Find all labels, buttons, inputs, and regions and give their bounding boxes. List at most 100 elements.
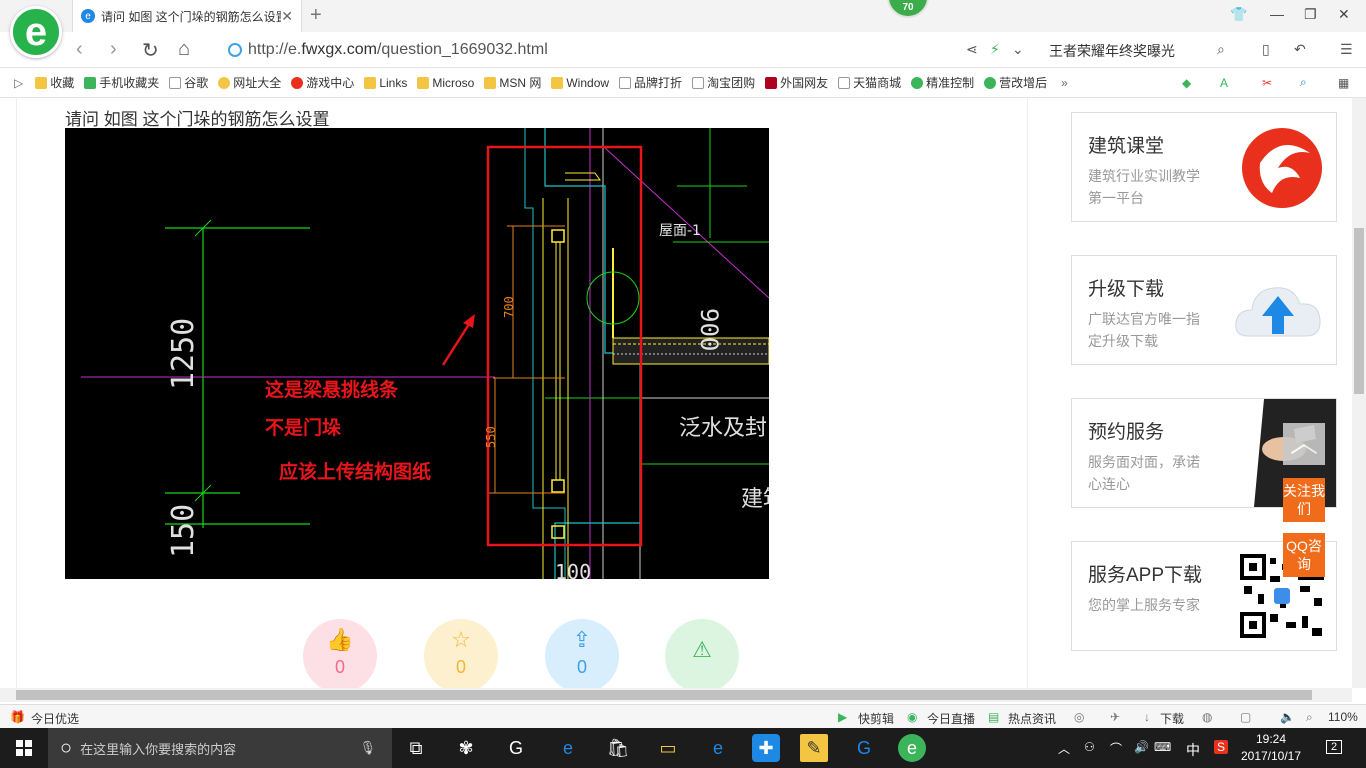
bookmark-item[interactable]: Microso: [417, 76, 474, 90]
minimize-icon[interactable]: —: [1270, 6, 1284, 22]
annotation-line-2: 不是门垛: [265, 416, 341, 439]
card-subtitle: 您的掌上服务专家: [1088, 597, 1200, 613]
scissors-icon[interactable]: ✂: [1262, 76, 1272, 90]
zoom-level[interactable]: 110%: [1328, 710, 1358, 724]
qq-consult-button[interactable]: QQ咨询: [1283, 533, 1325, 577]
forward-icon[interactable]: ›: [110, 38, 117, 61]
speed-icon[interactable]: ◎: [1074, 710, 1084, 724]
bookmark-item[interactable]: 品牌打折: [619, 74, 682, 91]
bookmark-item[interactable]: 收藏: [35, 74, 74, 91]
level-badge[interactable]: 70: [887, 0, 929, 18]
taskbar-search-input[interactable]: ○ 在这里输入你要搜索的内容 🎙: [48, 728, 392, 768]
lightning-icon[interactable]: ⚡: [990, 41, 1000, 58]
back-to-top-button[interactable]: ︿: [1283, 423, 1325, 465]
tab-close-icon[interactable]: ✕: [281, 8, 293, 25]
browser-icon[interactable]: ◍: [1202, 710, 1212, 724]
vertical-scrollbar[interactable]: [1352, 98, 1366, 688]
notification-center-icon[interactable]: 2: [1326, 740, 1343, 754]
store-icon[interactable]: 🛍: [604, 734, 632, 762]
live-icon: ◉: [907, 710, 918, 724]
horizontal-scrollbar[interactable]: [0, 688, 1352, 702]
bookmark-item[interactable]: 谷歌: [169, 74, 208, 91]
speaker-icon[interactable]: 🔊: [1134, 740, 1149, 754]
share-page-icon[interactable]: ⋖: [966, 41, 978, 58]
status-item-download[interactable]: 下载: [1160, 710, 1184, 727]
bookmark-item[interactable]: 淘宝团购: [692, 74, 755, 91]
sidebar-toggle-icon[interactable]: ▷: [14, 76, 23, 90]
tray-expand-icon[interactable]: ︿: [1058, 740, 1070, 757]
ie-icon[interactable]: e: [704, 734, 732, 762]
phone-icon[interactable]: ▯: [1262, 41, 1270, 58]
bookmark-item[interactable]: Links: [364, 76, 407, 90]
bookmark-item[interactable]: 精准控制: [911, 74, 974, 91]
translate-icon[interactable]: A: [1220, 76, 1228, 90]
wechat-icon: [911, 76, 924, 89]
bookmark-item[interactable]: Window: [551, 76, 609, 90]
back-icon[interactable]: ‹: [76, 38, 83, 61]
microphone-icon[interactable]: 🎙: [359, 740, 376, 756]
today-picks-link[interactable]: 今日优选: [31, 710, 79, 727]
magnifier-icon[interactable]: ⌕: [1300, 75, 1307, 90]
restore-icon[interactable]: ❐: [1304, 6, 1317, 23]
follow-us-button[interactable]: 关注我们: [1283, 478, 1325, 522]
url-field[interactable]: http://e.fwxgx.com/question_1669032.html: [248, 41, 548, 59]
fan-app-icon[interactable]: ✾: [452, 734, 480, 762]
notes-app-icon[interactable]: ✎: [800, 734, 828, 762]
bookmark-label: 营改增后: [999, 76, 1048, 90]
refresh-icon[interactable]: ↻: [142, 38, 159, 63]
browser-taskbar-icon[interactable]: e: [898, 734, 926, 762]
more-bookmarks-icon[interactable]: »: [1061, 76, 1068, 90]
cad-drawing-image[interactable]: 1250 150 700 550 900 100 屋面-1 泛水及封口 建筑 这…: [65, 128, 769, 579]
favorite-button[interactable]: ☆ 0: [424, 619, 498, 688]
keyboard-icon[interactable]: ⌨: [1154, 740, 1171, 754]
shirt-icon[interactable]: 👕: [1230, 6, 1247, 23]
taskbar-clock[interactable]: 19:24 2017/10/17: [1232, 731, 1310, 765]
edge-icon[interactable]: e: [554, 734, 582, 762]
new-tab-icon[interactable]: +: [310, 4, 322, 27]
window-icon[interactable]: ▢: [1240, 710, 1251, 724]
glodon-app-icon[interactable]: G: [502, 734, 530, 762]
status-item-news[interactable]: 热点资讯: [1008, 710, 1056, 727]
glodon-g-icon[interactable]: G: [850, 734, 878, 762]
home-icon[interactable]: ⌂: [178, 38, 190, 61]
search-icon[interactable]: ⌕: [1217, 41, 1225, 58]
tools-icon[interactable]: ✈: [1110, 710, 1120, 724]
wifi-icon[interactable]: ⌒: [1110, 740, 1122, 757]
sidebar-card-course[interactable]: 建筑课堂 建筑行业实训教学第一平台: [1071, 112, 1337, 222]
scrollbar-thumb[interactable]: [1354, 228, 1364, 394]
windows-taskbar: ○ 在这里输入你要搜索的内容 🎙 ⧉ ✾ G e 🛍 ▭ e ✚ ✎ G e ︿…: [0, 728, 1366, 768]
bookmark-item[interactable]: 游戏中心: [291, 74, 354, 91]
ime-indicator[interactable]: 中: [1186, 740, 1200, 760]
plus-app-icon[interactable]: ✚: [752, 734, 780, 762]
file-explorer-icon[interactable]: ▭: [654, 734, 682, 762]
task-view-icon[interactable]: ⧉: [402, 734, 430, 762]
start-button[interactable]: [0, 728, 48, 768]
volume-icon[interactable]: 🔈: [1280, 710, 1295, 724]
bookmark-item[interactable]: 外国网友: [765, 74, 828, 91]
sidebar-card-download[interactable]: 升级下载 广联达官方唯一指定升级下载: [1071, 255, 1337, 365]
share-button[interactable]: ⇪ 0: [545, 619, 619, 688]
browser-tab[interactable]: e 请问 如图 这个门垛的钢筋怎么设置 ✕: [72, 0, 302, 32]
bookmark-item[interactable]: MSN 网: [484, 74, 541, 91]
undo-icon[interactable]: ↶: [1294, 41, 1306, 58]
bookmark-item[interactable]: 手机收藏夹: [84, 74, 159, 91]
bookmark-item[interactable]: 营改增后: [984, 74, 1047, 91]
close-window-icon[interactable]: ✕: [1338, 6, 1350, 23]
sogou-icon[interactable]: S: [1214, 740, 1229, 754]
browser-logo-icon[interactable]: e: [10, 6, 62, 58]
report-button[interactable]: ⚠: [665, 619, 739, 688]
status-item-live[interactable]: 今日直播: [927, 710, 975, 727]
like-button[interactable]: 👍 0: [303, 619, 377, 688]
apps-grid-icon[interactable]: ▦: [1338, 76, 1349, 90]
network-app-icon[interactable]: ⚇: [1084, 740, 1095, 754]
shield-icon[interactable]: ◆: [1182, 76, 1191, 90]
menu-icon[interactable]: ☰: [1340, 41, 1353, 58]
bookmark-item[interactable]: 天猫商城: [838, 74, 901, 91]
bookmark-item[interactable]: 网址大全: [218, 74, 281, 91]
dropdown-icon[interactable]: ⌄: [1012, 41, 1024, 58]
bookmark-icon: [765, 76, 778, 89]
scrollbar-thumb[interactable]: [16, 690, 1312, 700]
status-item-clip[interactable]: 快剪辑: [858, 710, 894, 727]
search-input[interactable]: 王者荣耀年终奖曝光: [1049, 41, 1175, 61]
card-title: 建筑课堂: [1088, 136, 1165, 157]
